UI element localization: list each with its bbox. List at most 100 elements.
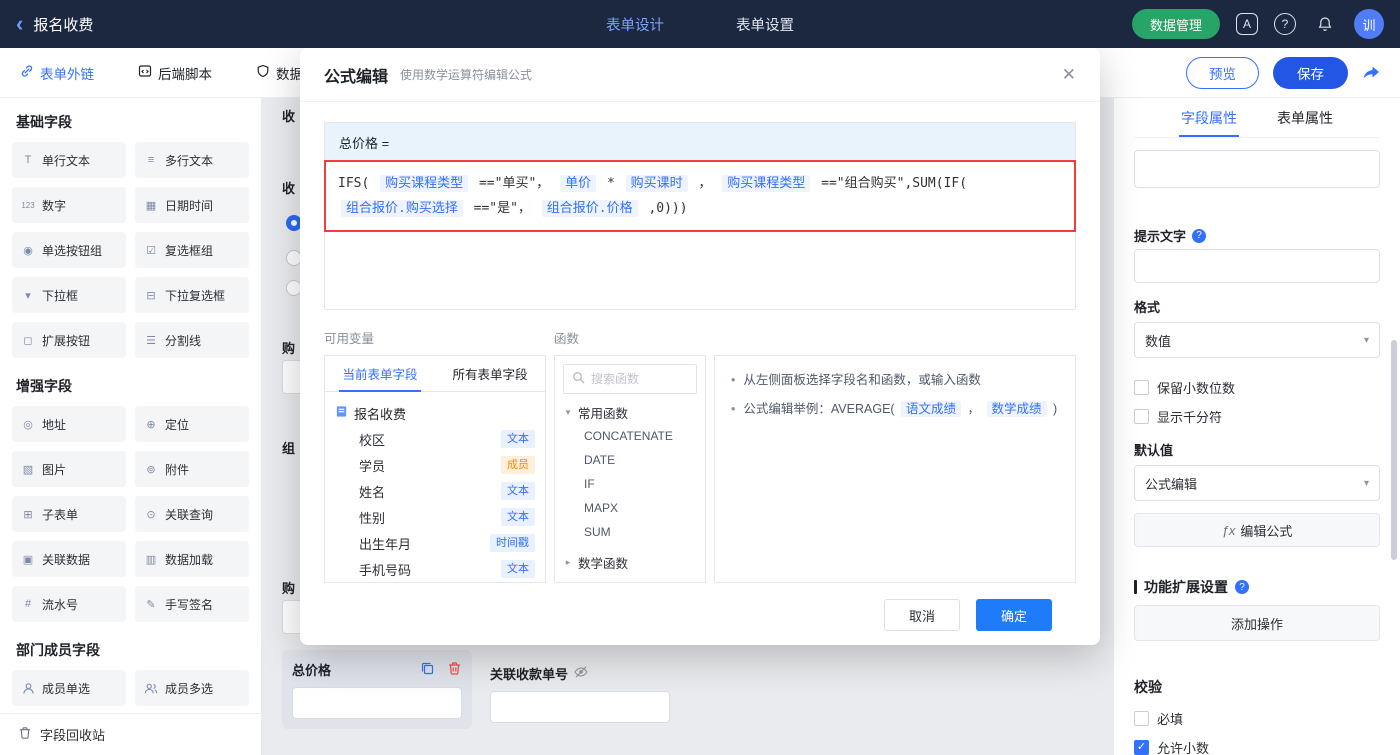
users-icon [143,682,159,695]
close-icon[interactable]: ✕ [1062,65,1076,85]
share-icon[interactable] [1362,65,1380,81]
function-item[interactable]: IF [563,472,697,496]
edit-formula-label: 编辑公式 [1240,523,1293,539]
variable-item[interactable]: 出生年月 时间戳 [335,530,535,556]
field-type-button[interactable]: ▥ 数据加载 [135,541,249,577]
field-type-button[interactable]: ◎ 地址 [12,406,126,442]
field-type-button[interactable]: T 单行文本 [12,142,126,178]
tab-all-form-fields[interactable]: 所有表单字段 [435,356,545,391]
field-type-button[interactable]: ◉ 单选按钮组 [12,232,126,268]
total-price-field[interactable]: 总价格 [282,650,472,729]
toolbar-link-label: 表单外链 [40,66,94,82]
confirm-button[interactable]: 确定 [976,599,1052,631]
checkbox-unchecked[interactable] [1134,711,1149,726]
related-payment-input[interactable] [490,691,670,723]
option-required[interactable]: 必填 [1134,709,1380,728]
hint-text-input[interactable] [1134,249,1380,283]
field-type-button[interactable]: ◻ 扩展按钮 [12,322,126,358]
functions-label: 函数 [554,332,580,346]
field-type-button[interactable]: 成员多选 [135,670,249,706]
function-item[interactable]: CONCATENATE [563,424,697,448]
related-payment-label: 关联收款单号 [490,667,569,682]
function-search-input[interactable] [591,372,688,386]
tab-current-form-fields[interactable]: 当前表单字段 [325,356,435,392]
field-type-button[interactable]: ⊕ 定位 [135,406,249,442]
function-item[interactable]: DATE [563,448,697,472]
help-circle-icon[interactable]: ? [1192,228,1207,243]
field-type-button[interactable]: ▧ 图片 [12,451,126,487]
toolbar-form-external-link[interactable]: 表单外链 [20,63,94,83]
field-type-button[interactable]: # 流水号 [12,586,126,622]
preview-button[interactable]: 预览 [1186,56,1259,89]
variable-item[interactable]: 姓名 文本 [335,478,535,504]
function-group[interactable]: ▸ 数学函数 [563,550,697,574]
nav-tab-form-design[interactable]: 表单设计 [606,14,664,35]
location-icon: ⊕ [146,418,156,431]
field-recycle-bin[interactable]: 字段回收站 [0,713,261,755]
formula-field-chip: 购买课程类型 [380,175,469,192]
function-search-box[interactable] [563,364,697,394]
total-price-input[interactable] [292,687,462,719]
option-decimal-places[interactable]: 保留小数位数 [1134,378,1380,397]
tab-form-properties[interactable]: 表单属性 [1277,98,1333,137]
field-type-label: 单选按钮组 [42,243,103,258]
language-icon[interactable]: A [1236,13,1258,35]
notification-bell-icon[interactable] [1312,11,1338,37]
field-type-button[interactable]: ☰ 分割线 [135,322,249,358]
help-icon[interactable]: ? [1274,13,1296,35]
cancel-button[interactable]: 取消 [884,599,960,631]
variables-root-form[interactable]: 报名收费 [335,400,535,426]
format-select-value: 数值 [1145,333,1172,349]
option-thousand-separator[interactable]: 显示千分符 [1134,407,1380,426]
field-type-button[interactable]: ⊚ 附件 [135,451,249,487]
scrollbar-thumb[interactable] [1391,340,1397,560]
formula-input-area[interactable]: IFS( 购买课程类型 =="单买"， 单价 * 购买课时 ， 购买课程类型 =… [324,160,1076,309]
function-item[interactable]: MAPX [563,496,697,520]
add-action-button[interactable]: 添加操作 [1134,605,1380,641]
format-select[interactable]: 数值 ▾ [1134,322,1380,358]
variable-item[interactable]: 手机号码 文本 [335,556,535,582]
delete-icon[interactable] [447,661,462,679]
field-type-button[interactable]: 成员单选 [12,670,126,706]
top-header: ‹ 报名收费 表单设计 表单设置 数据管理 A ? 训 [0,0,1400,48]
option-label: 显示千分符 [1157,410,1223,425]
field-type-button[interactable]: 123 数字 [12,187,126,223]
save-button[interactable]: 保存 [1273,56,1348,89]
checkbox-checked[interactable]: ✓ [1134,740,1149,755]
user-avatar[interactable]: 训 [1354,9,1384,39]
field-type-button[interactable]: ☑ 复选框组 [135,232,249,268]
field-type-label: 附件 [165,462,190,477]
variable-item[interactable]: 性别 文本 [335,504,535,530]
related-payment-field[interactable]: 关联收款单号 [490,664,670,723]
data-manage-button[interactable]: 数据管理 [1131,9,1220,39]
copy-icon[interactable] [420,661,435,679]
nav-tab-form-settings[interactable]: 表单设置 [736,14,794,35]
variable-name: 性别 [359,510,386,526]
field-type-button[interactable]: ▾ 下拉框 [12,277,126,313]
function-item[interactable]: SUM [563,520,697,544]
field-type-button[interactable]: ✎ 手写签名 [135,586,249,622]
help-circle-icon[interactable]: ? [1235,580,1249,594]
variable-item[interactable]: 校区 文本 [335,426,535,452]
function-group[interactable]: ▸文本函数 [563,580,697,582]
variable-item[interactable]: 学员 成员 [335,452,535,478]
functions-list: ▾ 常用函数 CONCATENATEDATEIFMAPXSUM ▸ 数学函数 ▸文本函数 [563,400,697,582]
default-value-text: 公式编辑 [1145,476,1198,492]
field-type-button[interactable]: ▣ 关联数据 [12,541,126,577]
tab-field-properties[interactable]: 字段属性 [1179,98,1239,137]
field-setting-input[interactable] [1134,150,1380,188]
edit-formula-button[interactable]: ƒx 编辑公式 [1134,513,1380,547]
toolbar-backend-script[interactable]: 后端脚本 [138,63,212,83]
checkbox-unchecked[interactable] [1134,380,1149,395]
default-value-select[interactable]: 公式编辑 ▾ [1134,465,1380,501]
field-type-button[interactable]: ⊙ 关联查询 [135,496,249,532]
field-type-button[interactable]: ▦ 日期时间 [135,187,249,223]
signature-icon: ✎ [146,598,156,611]
option-allow-decimal[interactable]: ✓ 允许小数 [1134,738,1380,755]
multi-select-icon: ⊟ [146,289,156,302]
checkbox-unchecked[interactable] [1134,409,1149,424]
field-type-button[interactable]: ⊞ 子表单 [12,496,126,532]
function-group[interactable]: ▾ 常用函数 [563,400,697,424]
field-type-button[interactable]: ≡ 多行文本 [135,142,249,178]
field-type-button[interactable]: ⊟ 下拉复选框 [135,277,249,313]
